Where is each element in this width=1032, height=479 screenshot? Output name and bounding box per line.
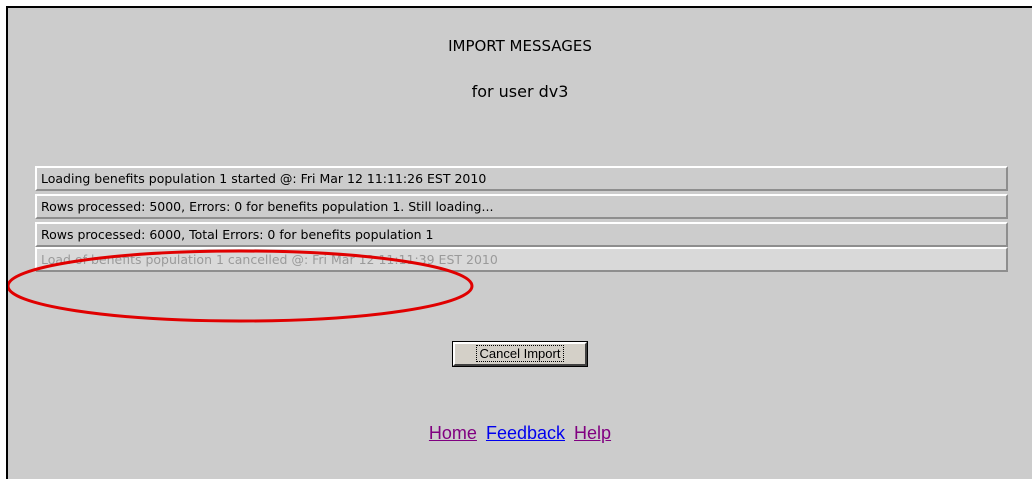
- message-row: Rows processed: 6000, Total Errors: 0 fo…: [35, 222, 1008, 247]
- message-text: Rows processed: 6000, Total Errors: 0 fo…: [41, 227, 434, 242]
- button-area: Cancel Import: [8, 341, 1032, 367]
- footer-links: Home Feedback Help: [8, 423, 1032, 444]
- import-messages-panel: IMPORT MESSAGES for user dv3 Loading ben…: [6, 6, 1032, 479]
- help-link[interactable]: Help: [574, 423, 611, 443]
- message-row-cancelled: Load of benefits population 1 cancelled …: [35, 247, 1008, 272]
- message-row: Rows processed: 5000, Errors: 0 for bene…: [35, 194, 1008, 219]
- message-row: Loading benefits population 1 started @:…: [35, 166, 1008, 191]
- page-subtitle: for user dv3: [471, 82, 569, 101]
- home-link[interactable]: Home: [429, 423, 477, 443]
- message-list: Loading benefits population 1 started @:…: [35, 166, 1008, 275]
- cancel-import-label: Cancel Import: [475, 345, 565, 362]
- feedback-link[interactable]: Feedback: [486, 423, 565, 443]
- message-text: Rows processed: 5000, Errors: 0 for bene…: [41, 199, 494, 214]
- message-text: Load of benefits population 1 cancelled …: [41, 252, 498, 267]
- message-text: Loading benefits population 1 started @:…: [41, 171, 487, 186]
- page-title: IMPORT MESSAGES: [448, 37, 592, 55]
- cancel-import-button[interactable]: Cancel Import: [452, 341, 588, 367]
